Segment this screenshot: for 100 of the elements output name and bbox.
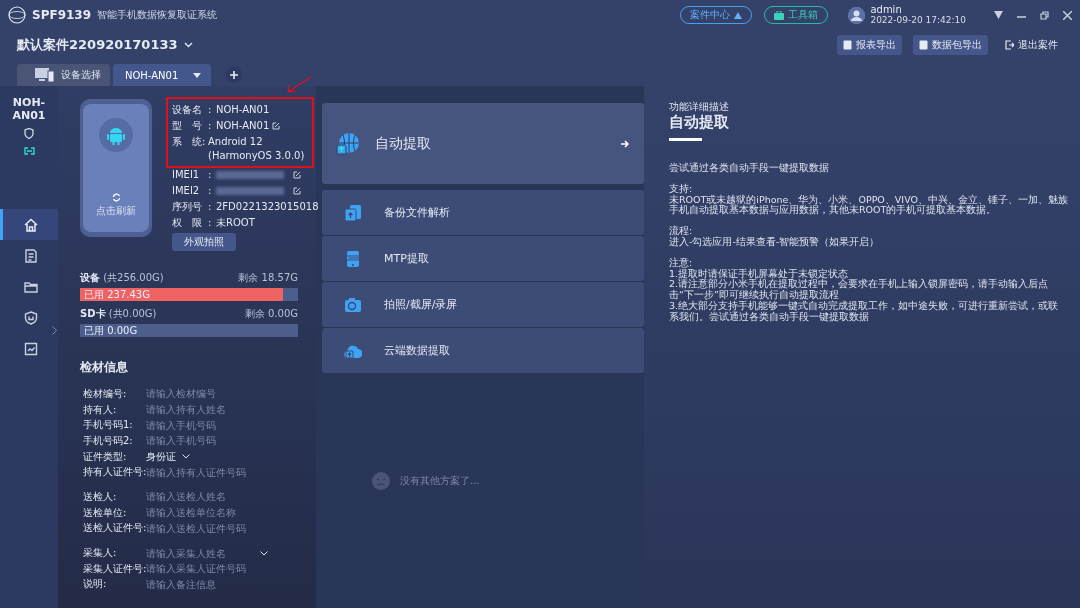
- info-value: NOH-AN01: [216, 119, 270, 133]
- field-label: 送检人:: [83, 489, 118, 504]
- camera-icon: [344, 295, 362, 314]
- home-icon: [23, 217, 38, 232]
- field-label: 持有人:: [83, 402, 118, 417]
- phone-transfer-icon: [344, 249, 362, 268]
- description-text: 未ROOT或未越狱的iPhone、华为、小米、OPPO、VIVO、中兴、金立、锤子、一加、魅族手机自动提取基本数据与应用数据，其他未ROOT的手机可提取基本数据。: [669, 194, 1068, 217]
- info-value: 未ROOT: [216, 216, 255, 230]
- storage-used: 已用 0.00G: [84, 324, 138, 337]
- app-title: 智能手机数据恢复取证系统: [97, 8, 218, 22]
- method-item[interactable]: 备份文件解析: [322, 190, 644, 235]
- input-field[interactable]: 请输入持有人证件号码: [146, 465, 256, 480]
- detail-caption: 功能详细描述: [669, 101, 730, 112]
- description-text: 进入-勾选应用-结果查看-智能预警（如果开启）: [669, 237, 881, 248]
- info-label: IMEI1: [172, 168, 201, 182]
- storage-free: 剩余 18.57G: [238, 271, 298, 285]
- caret-icon: [193, 72, 201, 78]
- collector-combo[interactable]: 请输入采集人姓名: [146, 546, 268, 561]
- method-item[interactable]: 拍照/截屏/录屏: [322, 282, 644, 327]
- info-label: 权 限: [172, 216, 203, 230]
- edit-icon[interactable]: [293, 171, 301, 179]
- close-icon[interactable]: [1063, 10, 1072, 20]
- section-title: 检材信息: [80, 359, 129, 376]
- info-label: IMEI2: [172, 184, 201, 198]
- exit-case-button[interactable]: 退出案件: [999, 35, 1064, 55]
- photo-button[interactable]: 外观拍照: [172, 233, 236, 251]
- method-item[interactable]: MTP提取: [322, 236, 644, 281]
- info-label: 型 号: [172, 119, 203, 133]
- colon: :: [202, 135, 207, 149]
- input-field[interactable]: 请输入采集人证件号码: [146, 561, 256, 576]
- input-field[interactable]: 请输入送检人证件号码: [146, 521, 256, 536]
- description-text: 1.提取时请保证手机屏幕处于未锁定状态: [669, 268, 849, 280]
- document-icon: [23, 248, 38, 263]
- colon: :: [208, 216, 213, 230]
- description-text: 流程:: [669, 226, 694, 237]
- description-text: 3.绝大部分支持手机能够一键式自动完成提取工作，如中途失败，可进行重新尝试，或联系我们。尝试通过各类自动手段一键提取数据: [669, 300, 1060, 323]
- blurred-value: [216, 187, 284, 195]
- id-type-select[interactable]: 身份证: [146, 449, 190, 464]
- info-value: Android 12 (HarmonyOS 3.0.0): [208, 135, 306, 163]
- storage-name: 设备: [80, 272, 100, 283]
- field-label: 采集人:: [83, 546, 118, 561]
- device-tab[interactable]: NOH-AN01: [113, 64, 211, 86]
- method-item[interactable]: 自动提取: [322, 103, 644, 184]
- expand-icon[interactable]: [52, 326, 57, 335]
- colon: :: [208, 119, 213, 133]
- storage-free: 剩余 0.00G: [244, 307, 298, 321]
- info-label: 系 统: [172, 135, 202, 149]
- shield-icon: [23, 310, 38, 325]
- field-label: 送检人证件号:: [83, 521, 146, 536]
- input-field[interactable]: 请输入手机号码: [146, 433, 256, 448]
- user-name: admin: [870, 5, 903, 15]
- document-icon: [919, 40, 928, 50]
- avatar-icon: [848, 6, 866, 24]
- shield-icon: [24, 128, 34, 139]
- chevron-icon[interactable]: [183, 42, 193, 48]
- edit-icon[interactable]: [293, 187, 301, 195]
- case-title: 默认案件220920170133: [17, 36, 178, 54]
- device-name: NOH-AN01: [11, 96, 47, 122]
- globe-icon: [336, 131, 360, 156]
- nav-item[interactable]: [0, 209, 58, 240]
- description-text: 注意:: [669, 257, 694, 268]
- edit-icon[interactable]: [272, 122, 281, 130]
- info-label: 设备名: [172, 103, 203, 117]
- document-icon: [843, 40, 852, 50]
- package-export-button[interactable]: 数据包导出: [913, 35, 988, 55]
- link-icon: [23, 147, 35, 155]
- field-label: 持有人证件号:: [83, 465, 146, 480]
- arrow-right-icon: [621, 139, 630, 148]
- report-export-button[interactable]: 报表导出: [837, 35, 902, 55]
- empty-message: 没有其他方案了...: [400, 474, 480, 488]
- refresh-icon[interactable]: [111, 193, 121, 202]
- info-value: NOH-AN01: [216, 103, 270, 117]
- input-field[interactable]: 请输入持有人姓名: [146, 402, 256, 417]
- dropdown-icon[interactable]: [994, 11, 1003, 19]
- description-text: 尝试通过各类自动手段一键提取数据: [669, 163, 830, 174]
- device-select-tab[interactable]: 设备选择: [17, 64, 110, 86]
- input-field[interactable]: 请输入送检人姓名: [146, 489, 256, 504]
- colon: :: [208, 103, 213, 117]
- colon: :: [208, 168, 213, 182]
- field-label: 证件类型:: [83, 449, 128, 464]
- storage-name: SD卡: [80, 308, 106, 319]
- storage-total: (共0.00G): [108, 308, 157, 319]
- toolbox-icon: [774, 10, 785, 20]
- field-label: 检材编号:: [83, 386, 128, 401]
- app-code: SPF9139: [32, 8, 92, 22]
- exit-icon: [1005, 40, 1014, 50]
- method-item[interactable]: 云端数据提取: [322, 328, 644, 373]
- stacked-files-icon: [344, 203, 362, 222]
- input-field[interactable]: 请输入备注信息: [146, 577, 256, 592]
- devices-icon: [35, 68, 55, 82]
- restore-icon[interactable]: [1040, 10, 1049, 20]
- colon: :: [208, 184, 213, 198]
- input-field[interactable]: 请输入手机号码: [146, 418, 256, 433]
- info-label: 序列号: [172, 200, 203, 214]
- field-label: 手机号码2:: [83, 433, 134, 448]
- input-field[interactable]: 请输入检材编号: [146, 386, 256, 401]
- chevron-icon: [182, 454, 190, 460]
- caret-icon: [734, 11, 743, 19]
- info-value: 2FD0221323015018: [216, 200, 316, 214]
- input-field[interactable]: 请输入送检单位名称: [146, 505, 256, 520]
